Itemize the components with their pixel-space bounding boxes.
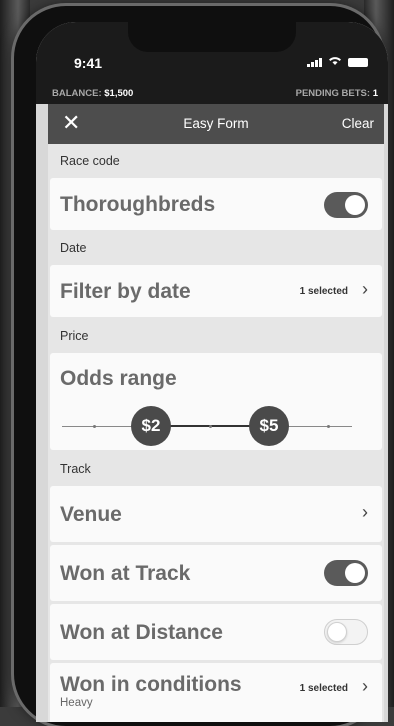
won-at-track-toggle[interactable] (324, 560, 368, 586)
conditions-selected-count: 1 selected (299, 683, 348, 694)
page-title: Easy Form (183, 116, 249, 131)
date-selected-count: 1 selected (299, 286, 348, 297)
section-label-track: Track (60, 462, 91, 476)
phone-frame: 9:41 BALANCE: $1,500 PENDING BETS: 1 ✕ E… (14, 6, 388, 726)
won-at-track-title: Won at Track (60, 562, 191, 585)
account-bar: BALANCE: $1,500 PENDING BETS: 1 (36, 82, 388, 104)
slider-tick (327, 425, 330, 428)
screen: 9:41 BALANCE: $1,500 PENDING BETS: 1 ✕ E… (36, 22, 388, 722)
won-in-conditions-row[interactable]: Won in conditions Heavy 1 selected › (50, 663, 382, 722)
chevron-right-icon: › (362, 279, 368, 299)
venue-title: Venue (60, 503, 122, 526)
clock: 9:41 (74, 55, 103, 71)
race-code-row[interactable]: Thoroughbreds (50, 178, 382, 230)
odds-range-title: Odds range (60, 367, 177, 390)
slider-tick (209, 425, 212, 428)
chevron-right-icon: › (362, 502, 368, 522)
thoroughbreds-toggle[interactable] (324, 192, 368, 218)
filter-by-date-row[interactable]: Filter by date 1 selected › (50, 265, 382, 317)
pending-bets: PENDING BETS: 1 (296, 88, 378, 99)
wifi-icon (328, 55, 342, 69)
won-at-distance-title: Won at Distance (60, 621, 223, 644)
notch (128, 22, 296, 52)
odds-max-handle[interactable]: $5 (249, 406, 289, 446)
chevron-right-icon: › (362, 676, 368, 696)
signal-icon (307, 57, 322, 67)
pending-label: PENDING BETS: (295, 88, 371, 99)
pending-value: 1 (372, 88, 378, 99)
filter-list: Race code Thoroughbreds Date Filter by d… (48, 144, 384, 722)
balance-label: BALANCE: (52, 88, 102, 99)
section-label-race-code: Race code (60, 154, 120, 168)
slider-tick (93, 425, 96, 428)
race-code-title: Thoroughbreds (60, 193, 216, 216)
won-at-distance-toggle[interactable] (324, 619, 368, 645)
odds-min-handle[interactable]: $2 (131, 406, 171, 446)
won-at-track-row[interactable]: Won at Track (50, 545, 382, 601)
won-in-conditions-title: Won in conditions (60, 673, 242, 696)
won-in-conditions-subtitle: Heavy (60, 697, 93, 709)
filter-by-date-title: Filter by date (60, 280, 191, 303)
status-icons (307, 55, 368, 69)
odds-range-card: Odds range $2 $5 (50, 353, 382, 450)
venue-row[interactable]: Venue › (50, 486, 382, 542)
section-label-price: Price (60, 329, 89, 343)
header: ✕ Easy Form Clear (48, 104, 384, 144)
section-label-date: Date (60, 241, 87, 255)
won-at-distance-row[interactable]: Won at Distance (50, 604, 382, 660)
clear-button[interactable]: Clear (342, 116, 374, 131)
balance: BALANCE: $1,500 (52, 88, 133, 99)
battery-icon (348, 57, 368, 67)
balance-value: $1,500 (104, 88, 134, 99)
